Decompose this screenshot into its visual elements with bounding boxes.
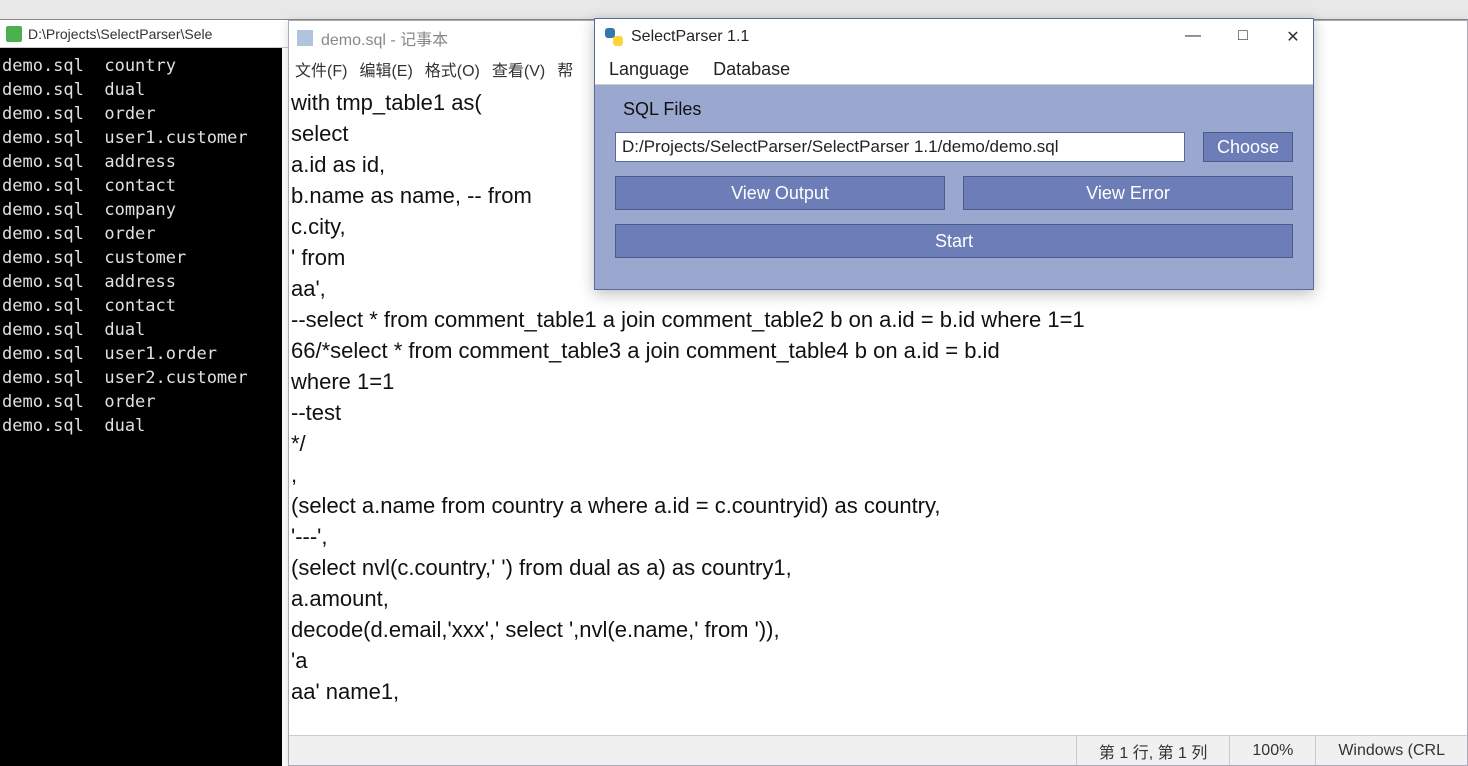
- selectparser-title: SelectParser 1.1: [631, 28, 749, 46]
- menu-file[interactable]: 文件(F): [295, 57, 347, 81]
- menu-edit[interactable]: 编辑(E): [359, 57, 412, 81]
- app-icon: [6, 26, 22, 42]
- menu-format[interactable]: 格式(O): [425, 57, 480, 81]
- notepad-title: demo.sql - 记事本: [321, 26, 448, 50]
- notepad-statusbar: 第 1 行, 第 1 列 100% Windows (CRL: [289, 735, 1467, 765]
- sql-files-label: SQL Files: [615, 99, 1293, 120]
- terminal-text: demo.sql country demo.sql dual demo.sql …: [2, 56, 248, 436]
- notepad-icon: [297, 30, 313, 46]
- selectparser-titlebar[interactable]: SelectParser 1.1 — □ ✕: [595, 19, 1313, 55]
- selectparser-body: SQL Files Choose View Output View Error …: [595, 85, 1313, 289]
- selectparser-menubar: Language Database: [595, 55, 1313, 85]
- status-position: 第 1 行, 第 1 列: [1076, 736, 1229, 765]
- view-output-button[interactable]: View Output: [615, 176, 945, 210]
- menu-database[interactable]: Database: [713, 59, 790, 80]
- status-zoom: 100%: [1229, 736, 1315, 765]
- menu-view[interactable]: 查看(V): [492, 57, 545, 81]
- desktop-top-edge: [0, 0, 1468, 20]
- selectparser-window: SelectParser 1.1 — □ ✕ Language Database…: [594, 18, 1314, 290]
- background-window-title: D:\Projects\SelectParser\Sele: [28, 26, 212, 42]
- python-icon: [605, 28, 623, 46]
- choose-button[interactable]: Choose: [1203, 132, 1293, 162]
- menu-language[interactable]: Language: [609, 59, 689, 80]
- close-button[interactable]: ✕: [1283, 27, 1303, 47]
- window-controls: — □ ✕: [1183, 27, 1303, 47]
- view-error-button[interactable]: View Error: [963, 176, 1293, 210]
- terminal-output[interactable]: demo.sql country demo.sql dual demo.sql …: [0, 48, 282, 766]
- start-button[interactable]: Start: [615, 224, 1293, 258]
- status-encoding: Windows (CRL: [1315, 736, 1467, 765]
- sql-path-input[interactable]: [615, 132, 1185, 162]
- minimize-button[interactable]: —: [1183, 27, 1203, 47]
- maximize-button[interactable]: □: [1233, 27, 1253, 47]
- menu-help[interactable]: 帮: [557, 57, 573, 81]
